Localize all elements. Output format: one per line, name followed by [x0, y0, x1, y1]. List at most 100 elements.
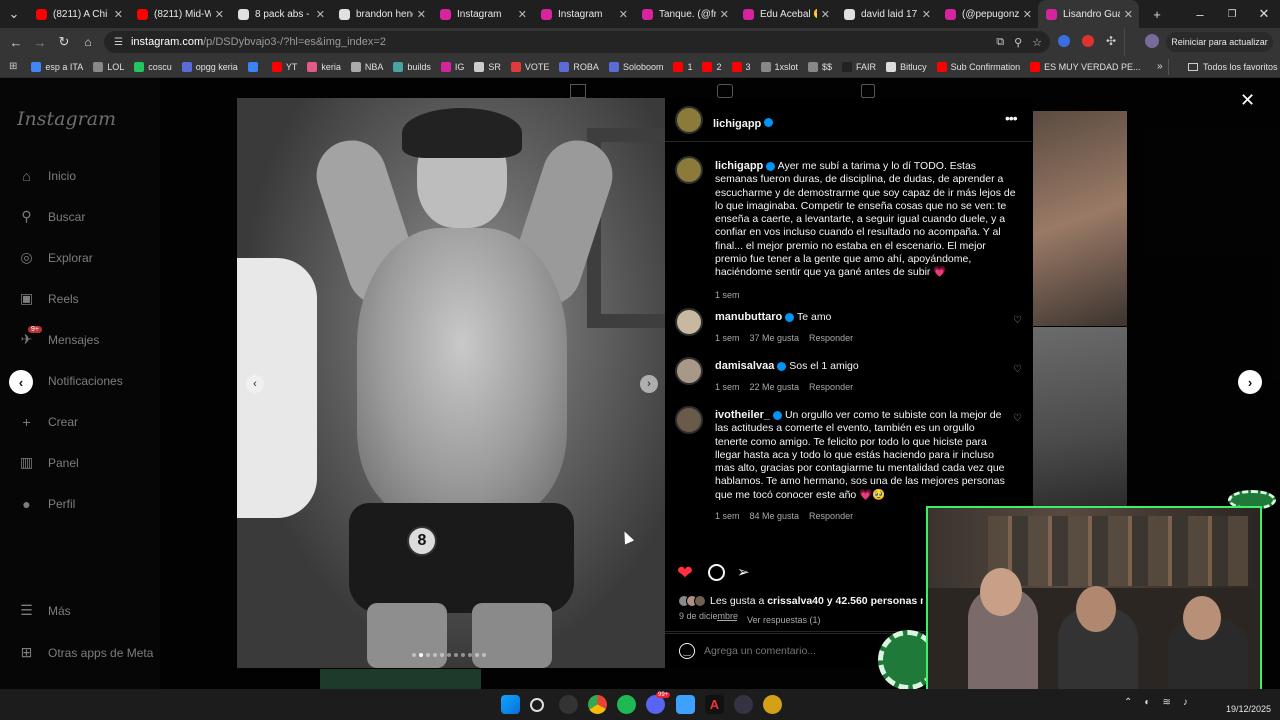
site-info-icon[interactable]: ☰ — [114, 37, 123, 48]
bookmark-item[interactable]: ROBA — [559, 61, 599, 72]
comment-author[interactable]: ivotheiler_ — [715, 409, 770, 421]
extensions-puzzle-icon[interactable]: ✣ — [1106, 34, 1116, 48]
bookmark-item[interactable]: ES MUY VERDAD PE... — [1030, 61, 1140, 72]
comment-likes[interactable]: 37 Me gusta — [750, 332, 800, 345]
bookmark-item[interactable]: $$ — [808, 61, 832, 72]
bookmark-item[interactable]: Soloboom — [608, 61, 663, 72]
browser-tab[interactable]: Instagram ✕ — [432, 0, 533, 28]
browser-tab[interactable]: (8211) Mid-We ✕ — [129, 0, 230, 28]
tab-close-icon[interactable]: ✕ — [619, 8, 628, 21]
forward-icon[interactable]: → — [28, 30, 52, 54]
tray-volume-icon[interactable]: ♪ — [1183, 697, 1188, 708]
back-icon[interactable]: ← — [4, 30, 28, 54]
bookmark-item[interactable]: esp a ITA — [31, 61, 83, 72]
bookmark-item[interactable]: Sub Confirmation — [936, 61, 1020, 72]
sidebar-item-plus[interactable]: + Crear — [18, 413, 78, 430]
bookmark-item[interactable]: YT — [271, 61, 297, 72]
likes-user[interactable]: crissalva40 — [767, 595, 824, 607]
caption-author-username[interactable]: lichigapp — [715, 160, 763, 172]
comment-reply-button[interactable]: Responder — [809, 510, 853, 523]
browser-tab[interactable]: Tanque. (@fran ✕ — [634, 0, 735, 28]
more-menu[interactable]: ☰ Más — [18, 602, 70, 619]
browser-tab[interactable]: 8 pack abs - Bu ✕ — [230, 0, 331, 28]
comment-like-heart-icon[interactable]: ♡ — [1013, 315, 1022, 326]
emoji-icon[interactable]: ‿ — [679, 643, 695, 659]
bookmark-item[interactable]: IG — [440, 61, 464, 72]
all-favorites-folder[interactable]: Todos los favoritos — [1188, 62, 1278, 72]
sidebar-item-reels[interactable]: ▣ Reels — [18, 290, 79, 307]
app-icon-a[interactable]: A — [705, 695, 724, 714]
sidebar-item-search[interactable]: ⚲ Buscar — [18, 208, 85, 225]
author-avatar[interactable] — [675, 106, 703, 134]
bookmark-item[interactable]: LOL — [93, 61, 124, 72]
sidebar-item-profile[interactable]: ● Perfil — [18, 495, 75, 512]
app-icon-feather[interactable] — [763, 695, 782, 714]
tray-network-icon[interactable]: ◐ — [1144, 697, 1150, 708]
comment-likes[interactable]: 84 Me gusta — [750, 510, 800, 523]
comment-icon[interactable] — [708, 564, 725, 581]
browser-tab[interactable]: Lisandro Guar ✕ — [1038, 0, 1139, 28]
more-bookmarks-icon[interactable]: » — [1157, 61, 1163, 72]
app-icon-1[interactable] — [559, 695, 578, 714]
instagram-logo[interactable]: Instagram — [17, 108, 116, 130]
sidebar-item-messages[interactable]: ✈ Mensajes 9+ — [18, 326, 99, 348]
close-window-icon[interactable]: ✕ — [1248, 2, 1280, 26]
comment-reply-button[interactable]: Responder — [809, 381, 853, 394]
tab-close-icon[interactable]: ✕ — [316, 8, 325, 21]
next-post-arrow-icon[interactable]: › — [1238, 370, 1262, 394]
bookmark-item[interactable]: 1xslot — [760, 61, 798, 72]
more-options-icon[interactable]: ••• — [1005, 110, 1018, 126]
minimize-icon[interactable]: – — [1184, 2, 1216, 26]
sidebar-item-compass[interactable]: ◎ Explorar — [18, 249, 92, 266]
comment-author[interactable]: damisalvaa — [715, 360, 774, 372]
new-tab-button[interactable]: + — [1145, 2, 1169, 26]
install-app-icon[interactable]: ⧉ — [996, 36, 1004, 49]
home-icon[interactable]: ⌂ — [76, 30, 100, 54]
bookmark-item[interactable]: SR — [474, 61, 501, 72]
tab-close-icon[interactable]: ✕ — [720, 8, 729, 21]
windows-start-icon[interactable] — [501, 695, 520, 714]
comment-avatar[interactable] — [675, 357, 703, 385]
reload-icon[interactable]: ↻ — [52, 30, 76, 54]
bookmark-item[interactable]: VOTE — [510, 61, 549, 72]
likes-summary[interactable]: Les gusta a crissalva40 y 42.560 persona… — [678, 595, 923, 607]
sidebar-item-chart[interactable]: ▥ Panel — [18, 454, 79, 471]
extension-icon-1[interactable] — [1058, 35, 1070, 47]
comment-author[interactable]: manubuttaro — [715, 311, 782, 323]
chrome-icon[interactable] — [588, 695, 607, 714]
tab-close-icon[interactable]: ✕ — [922, 8, 931, 21]
bookmark-item[interactable]: Bitlucy — [886, 61, 927, 72]
tray-chevron-icon[interactable]: ⌃ — [1124, 697, 1132, 708]
maximize-icon[interactable]: ❐ — [1216, 2, 1248, 26]
bookmark-item[interactable]: 3 — [731, 61, 751, 72]
meta-apps-menu[interactable]: ⊞ Otras apps de Meta — [18, 644, 154, 661]
tab-close-icon[interactable]: ✕ — [417, 8, 426, 21]
profile-avatar[interactable] — [1145, 34, 1159, 48]
tray-wifi-icon[interactable]: ≋ — [1162, 697, 1170, 708]
comment-like-heart-icon[interactable]: ♡ — [1013, 413, 1022, 424]
bookmark-item[interactable] — [247, 61, 262, 72]
bookmark-item[interactable]: keria — [307, 61, 341, 72]
bookmark-item[interactable]: coscu — [134, 61, 172, 72]
browser-tab[interactable]: Edu Acebal 😬 ✕ — [735, 0, 836, 28]
share-icon[interactable]: ➢ — [737, 563, 750, 581]
sidebar-item-heart[interactable]: ♡Notificaciones — [18, 372, 122, 389]
browser-tab[interactable]: Instagram ✕ — [533, 0, 634, 28]
comment-avatar[interactable] — [675, 406, 703, 434]
tab-close-icon[interactable]: ✕ — [1023, 8, 1032, 21]
search-icon[interactable] — [530, 698, 544, 712]
bookmark-star-icon[interactable]: ☆ — [1032, 36, 1042, 49]
comment-like-heart-icon[interactable]: ♡ — [1013, 364, 1022, 375]
caption-author-avatar[interactable] — [675, 156, 703, 184]
post-header-author[interactable]: lichigapp — [713, 114, 774, 132]
app-icon-steam[interactable] — [734, 695, 753, 714]
tab-close-icon[interactable]: ✕ — [1124, 8, 1133, 21]
comment-reply-button[interactable]: Responder — [809, 332, 853, 345]
browser-tab[interactable]: (8211) A Chi - I ✕ — [28, 0, 129, 28]
browser-tab[interactable]: (@pepugonzal ✕ — [937, 0, 1038, 28]
zoom-icon[interactable]: ⚲ — [1014, 36, 1022, 49]
bookmark-item[interactable]: FAIR — [842, 61, 876, 72]
post-photo[interactable]: 8 ‹ › — [237, 98, 665, 668]
photo-prev-arrow-icon[interactable]: ‹ — [246, 375, 264, 393]
notepad-icon[interactable] — [676, 695, 695, 714]
